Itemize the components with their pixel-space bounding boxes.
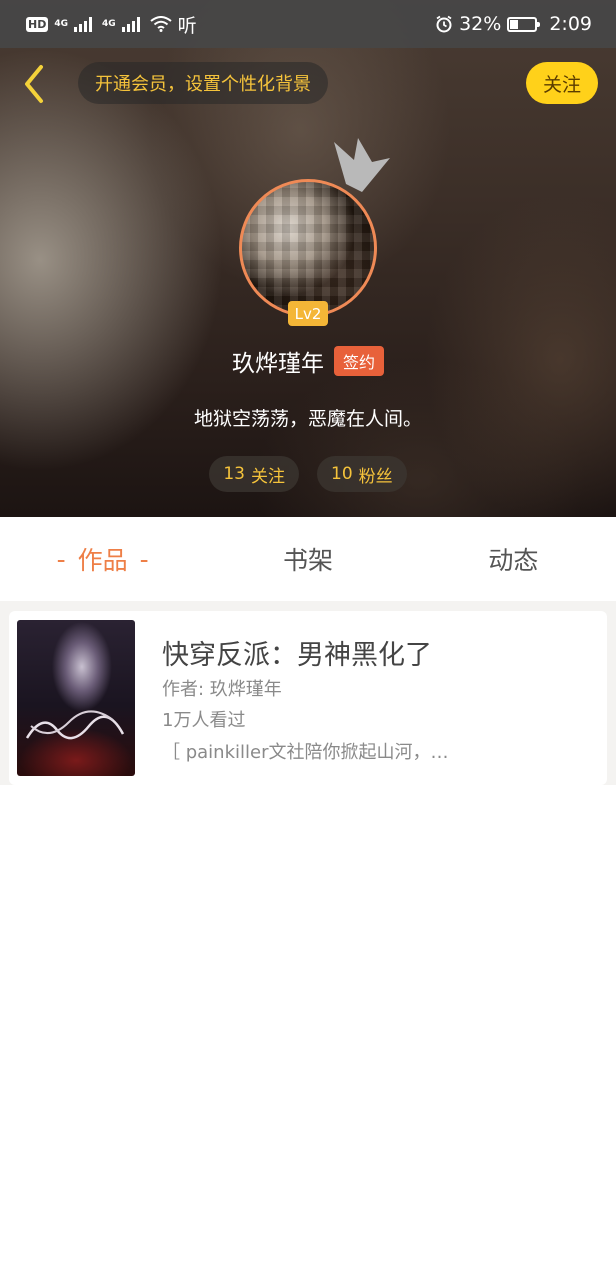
- follow-button[interactable]: 关注: [526, 62, 598, 104]
- signal-icon: [74, 16, 92, 32]
- signal-icon: [121, 16, 140, 32]
- network-type-2: 4G: [102, 19, 116, 29]
- book-cover: [17, 620, 135, 776]
- chevron-left-icon: [25, 65, 43, 103]
- clock: 2:09: [549, 13, 592, 35]
- status-bar-right: 32% 2:09: [435, 13, 592, 35]
- profile-header: HD 4G 4G 听 32% 2:09 开通会员，设置个性化背景 关注 Lv2 …: [0, 0, 616, 517]
- avatar[interactable]: [239, 179, 377, 317]
- profile-tabs: - 作品 - 书架 动态: [0, 517, 616, 601]
- following-stat[interactable]: 13 关注: [209, 456, 299, 492]
- following-label: 关注: [251, 466, 285, 487]
- status-bar-left: HD 4G 4G 听: [26, 11, 197, 38]
- alarm-icon: [436, 15, 452, 33]
- vip-background-prompt[interactable]: 开通会员，设置个性化背景: [78, 62, 328, 104]
- tab-activity[interactable]: 动态: [411, 517, 616, 601]
- tab-works[interactable]: - 作品 -: [0, 517, 205, 601]
- fans-count: 10: [331, 464, 353, 484]
- listen-label: 听: [177, 14, 197, 37]
- battery-charging-icon: [507, 16, 541, 32]
- hd-badge: HD: [26, 16, 49, 32]
- book-description: ［ painkiller文社陪你掀起山河，…: [162, 742, 449, 763]
- username-row: 玖烨瑾年 签约: [0, 344, 616, 378]
- network-type-1: 4G: [54, 19, 68, 29]
- back-button[interactable]: [16, 62, 52, 106]
- tab-works-label: 作品: [77, 546, 128, 575]
- book-author: 作者: 玖烨瑾年: [162, 679, 282, 700]
- wifi-icon: [150, 16, 172, 32]
- list-item[interactable]: 快穿反派：男神黑化了 作者: 玖烨瑾年 1万人看过 ［ painkiller文社…: [9, 611, 607, 785]
- fans-stat[interactable]: 10 粉丝: [317, 456, 407, 492]
- stats-row: 13 关注 10 粉丝: [0, 456, 616, 492]
- battery-percent: 32%: [459, 13, 502, 35]
- fans-label: 粉丝: [358, 466, 393, 487]
- tab-activity-label: 动态: [488, 546, 539, 575]
- book-title: 快穿反派：男神黑化了: [162, 640, 432, 671]
- tab-bookshelf-label: 书架: [282, 546, 333, 575]
- tab-bookshelf[interactable]: 书架: [205, 517, 410, 601]
- signed-badge: 签约: [333, 346, 384, 376]
- level-badge: Lv2: [288, 301, 328, 326]
- username: 玖烨瑾年: [231, 351, 324, 377]
- profile-bio: 地狱空荡荡，恶魔在人间。: [193, 408, 422, 430]
- status-bar: HD 4G 4G 听 32% 2:09: [0, 0, 616, 48]
- following-count: 13: [223, 464, 245, 484]
- works-list: 快穿反派：男神黑化了 作者: 玖烨瑾年 1万人看过 ［ painkiller文社…: [0, 601, 616, 785]
- book-views: 1万人看过: [162, 710, 246, 731]
- cover-title-art: [25, 710, 125, 740]
